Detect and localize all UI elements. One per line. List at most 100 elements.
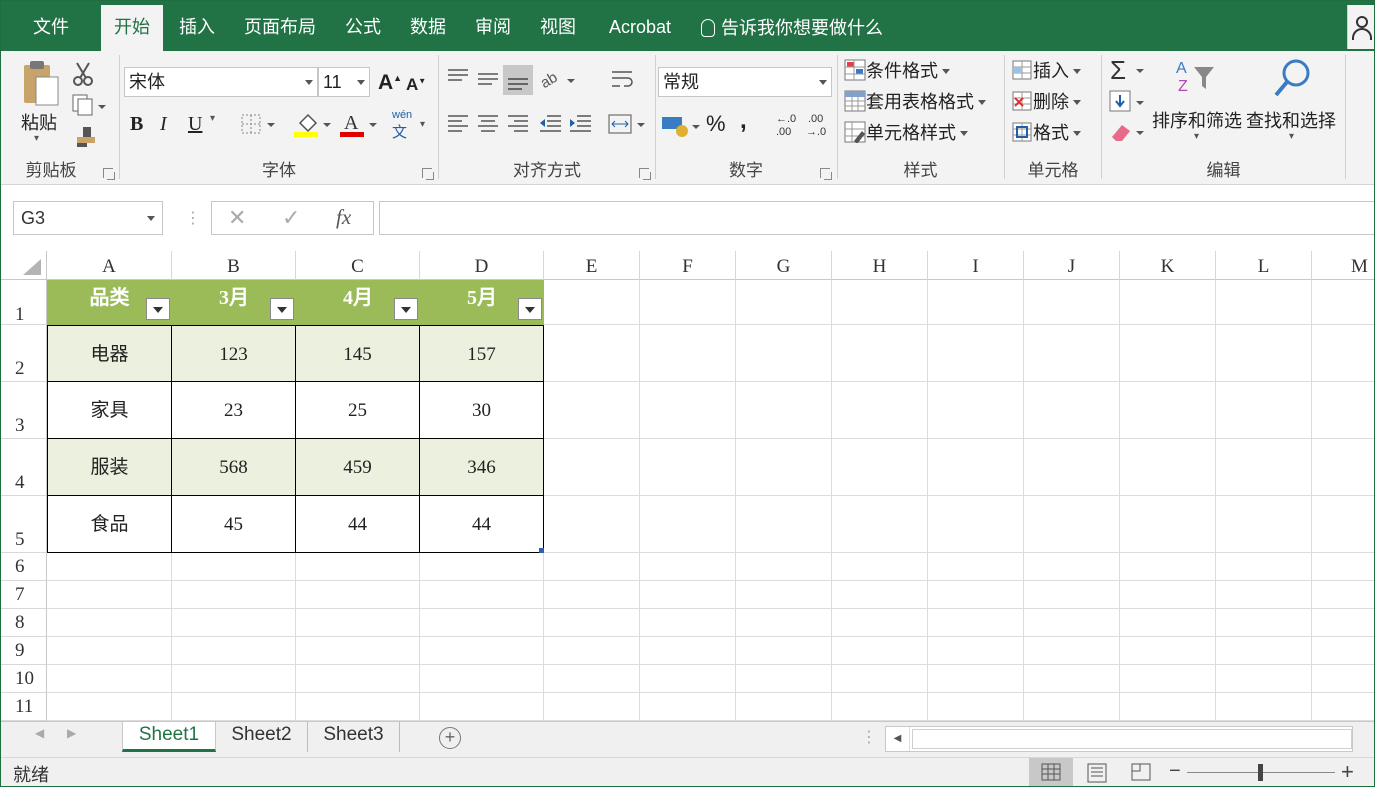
filter-dropdown-button[interactable]: [146, 298, 170, 320]
align-bottom-button[interactable]: [503, 65, 533, 95]
align-top-button[interactable]: [445, 65, 471, 96]
table-cell[interactable]: 家具: [47, 382, 172, 439]
row-header-7[interactable]: 7: [1, 581, 47, 609]
column-header-b[interactable]: B: [172, 251, 296, 280]
cell-styles-button[interactable]: 单元格样式: [844, 119, 968, 145]
number-format-combo[interactable]: 常规: [658, 67, 832, 97]
table-cell[interactable]: 568: [172, 439, 296, 496]
underline-button[interactable]: U: [188, 113, 202, 136]
bold-button[interactable]: B: [130, 113, 143, 136]
underline-dropdown[interactable]: ▾: [210, 113, 215, 124]
table-cell[interactable]: 30: [420, 382, 544, 439]
tab-formulas[interactable]: 公式: [337, 5, 389, 51]
row-header-3[interactable]: 3: [1, 382, 47, 439]
row-header-6[interactable]: 6: [1, 553, 47, 581]
find-select-dropdown[interactable]: ▾: [1289, 131, 1294, 142]
row-header-2[interactable]: 2: [1, 325, 47, 382]
zoom-out-icon[interactable]: −: [1169, 760, 1181, 783]
autosum-button[interactable]: Σ: [1108, 55, 1148, 88]
row-header-10[interactable]: 10: [1, 665, 47, 693]
tell-me-box[interactable]: 告诉我你想要做什么: [701, 5, 883, 51]
insert-function-icon[interactable]: fx: [336, 205, 351, 230]
select-all-button[interactable]: [1, 251, 47, 280]
table-cell[interactable]: 电器: [47, 325, 172, 382]
table-cell[interactable]: 123: [172, 325, 296, 382]
tab-acrobat[interactable]: Acrobat: [599, 5, 681, 51]
column-header-m[interactable]: M: [1312, 251, 1374, 280]
table-cell[interactable]: 44: [420, 496, 544, 553]
paste-dropdown[interactable]: ▾: [34, 133, 39, 144]
column-header-a[interactable]: A: [47, 251, 172, 280]
table-header-cell[interactable]: 5月: [420, 280, 544, 325]
format-painter-button[interactable]: [73, 125, 99, 154]
normal-view-button[interactable]: [1029, 758, 1073, 786]
border-button[interactable]: [240, 113, 276, 142]
sheet-tab-sheet3[interactable]: Sheet3: [308, 722, 400, 752]
column-header-k[interactable]: K: [1120, 251, 1216, 280]
format-as-table-button[interactable]: 套用表格格式: [844, 88, 986, 114]
comma-button[interactable]: ,: [740, 107, 747, 135]
column-header-d[interactable]: D: [420, 251, 544, 280]
scroll-left-icon[interactable]: ◀: [886, 727, 910, 751]
prev-sheet-icon[interactable]: ◀: [35, 726, 44, 740]
page-break-view-button[interactable]: [1127, 758, 1157, 786]
confirm-entry-icon[interactable]: ✓: [282, 205, 300, 231]
cut-button[interactable]: [71, 61, 95, 92]
table-resize-handle[interactable]: [539, 548, 544, 553]
sort-filter-button[interactable]: AZ: [1174, 57, 1218, 106]
font-color-button[interactable]: A: [338, 109, 378, 144]
table-cell[interactable]: 25: [296, 382, 420, 439]
fill-button[interactable]: [1108, 89, 1148, 120]
next-sheet-icon[interactable]: ▶: [67, 726, 76, 740]
increase-indent-button[interactable]: [567, 111, 593, 142]
conditional-formatting-button[interactable]: 条件格式: [844, 57, 950, 83]
decrease-decimal-button[interactable]: .00 →.0: [804, 111, 832, 144]
tab-home[interactable]: 开始: [101, 5, 163, 51]
decrease-indent-button[interactable]: [537, 111, 563, 142]
table-cell[interactable]: 157: [420, 325, 544, 382]
copy-button[interactable]: [71, 93, 107, 122]
row-header-4[interactable]: 4: [1, 439, 47, 496]
horizontal-scrollbar[interactable]: ◀: [885, 726, 1353, 752]
scrollbar-thumb[interactable]: [912, 729, 1352, 749]
grow-font-button[interactable]: A▲: [378, 71, 402, 95]
sheet-tab-sheet2[interactable]: Sheet2: [216, 722, 308, 752]
table-cell[interactable]: 44: [296, 496, 420, 553]
row-header-5[interactable]: 5: [1, 496, 47, 553]
new-sheet-button[interactable]: +: [439, 727, 461, 749]
column-header-j[interactable]: J: [1024, 251, 1120, 280]
formula-input[interactable]: [379, 201, 1374, 235]
clipboard-launcher[interactable]: [103, 168, 115, 180]
insert-cells-button[interactable]: 插入: [1011, 57, 1081, 83]
row-header-9[interactable]: 9: [1, 637, 47, 665]
alignment-launcher[interactable]: [639, 168, 651, 180]
column-header-c[interactable]: C: [296, 251, 420, 280]
table-header-cell[interactable]: 3月: [172, 280, 296, 325]
sort-filter-dropdown[interactable]: ▾: [1194, 131, 1199, 142]
filter-dropdown-button[interactable]: [270, 298, 294, 320]
increase-decimal-button[interactable]: ←.0.00: [774, 111, 802, 144]
tab-insert[interactable]: 插入: [171, 5, 223, 51]
format-cells-button[interactable]: 格式: [1011, 119, 1081, 145]
table-cell[interactable]: 346: [420, 439, 544, 496]
font-name-combo[interactable]: 宋体: [124, 67, 318, 97]
tab-review[interactable]: 审阅: [467, 5, 519, 51]
row-header-8[interactable]: 8: [1, 609, 47, 637]
font-launcher[interactable]: [422, 168, 434, 180]
filter-dropdown-button[interactable]: [394, 298, 418, 320]
zoom-slider-thumb[interactable]: [1258, 764, 1263, 781]
clear-button[interactable]: [1108, 119, 1148, 150]
row-header-1[interactable]: 1: [1, 280, 47, 325]
account-button[interactable]: [1347, 5, 1374, 49]
table-cell[interactable]: 食品: [47, 496, 172, 553]
find-select-button[interactable]: [1270, 57, 1314, 106]
wrap-text-button[interactable]: [609, 67, 635, 98]
align-right-button[interactable]: [505, 111, 531, 142]
tab-page-layout[interactable]: 页面布局: [235, 5, 325, 51]
page-layout-view-button[interactable]: [1083, 758, 1113, 786]
zoom-in-icon[interactable]: +: [1341, 759, 1354, 785]
phonetic-button[interactable]: wén 文: [392, 109, 412, 142]
table-cell[interactable]: 服装: [47, 439, 172, 496]
table-header-cell[interactable]: 品类: [47, 280, 172, 325]
percent-button[interactable]: %: [706, 111, 726, 137]
